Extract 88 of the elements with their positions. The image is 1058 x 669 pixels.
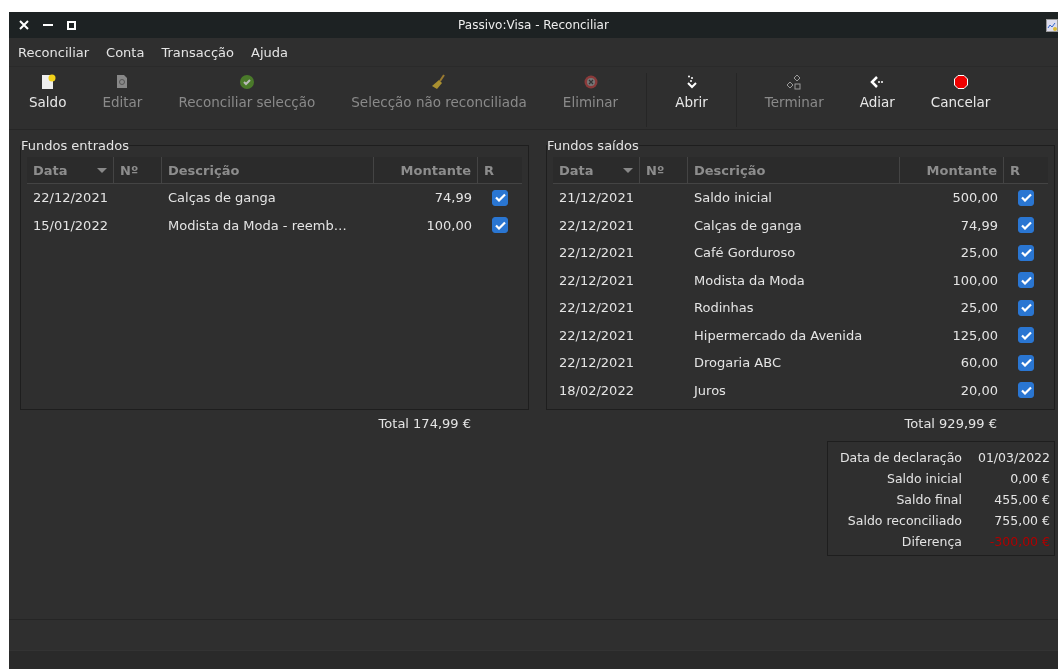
document-icon (116, 74, 129, 89)
table-cell-text: Calças de ganga (693, 217, 803, 233)
table-cell-text: 22/12/2021 (558, 217, 635, 233)
table-cell-text: Modista da Moda (693, 272, 806, 288)
checkbox[interactable] (1018, 189, 1034, 206)
menu-item[interactable]: Ajuda (249, 44, 293, 60)
toolbar-button[interactable]: Cancelar (912, 73, 1009, 129)
table-cell-text: 15/01/2022 (32, 217, 109, 233)
table-cell-text: 22/12/2021 (32, 190, 109, 206)
panel-title: Fundos entrados (21, 138, 129, 153)
table-cell-text: Drogaria ABC (693, 355, 782, 371)
column-header[interactable]: Descrição (162, 157, 374, 183)
column-header[interactable]: Montante (374, 157, 478, 183)
window-title: Passivo:Visa - Reconciliar (458, 18, 609, 32)
column-header[interactable]: Descrição (688, 157, 900, 183)
column-header[interactable]: R (478, 157, 522, 183)
checkbox[interactable] (1018, 244, 1034, 261)
toolbar-button[interactable]: Abrir (657, 73, 726, 129)
column-header[interactable]: Data (553, 157, 640, 183)
table-cell-text: 74,99 (433, 190, 473, 206)
checkbox[interactable] (1018, 217, 1034, 234)
checkbox[interactable] (1018, 272, 1034, 289)
toolbar-button[interactable]: Saldo (11, 73, 85, 129)
broom-icon (432, 74, 447, 89)
table-cell-text: 100,00 (425, 217, 473, 233)
back-arrow-icon (870, 75, 885, 88)
menu-item[interactable]: Conta (104, 44, 150, 60)
table-cell-text: 60,00 (959, 355, 999, 371)
checkbox[interactable] (1018, 354, 1034, 371)
toolbar-button[interactable]: Adiar (841, 73, 913, 129)
table-cell-text: 22/12/2021 (558, 327, 635, 343)
checkbox[interactable] (1018, 327, 1034, 344)
close-icon[interactable] (19, 20, 29, 30)
table-cell-text: Saldo inicial (693, 190, 773, 206)
maximize-icon[interactable] (67, 20, 76, 30)
delete-circle-icon (583, 74, 598, 89)
table-cell-text: 25,00 (959, 245, 999, 261)
summary-label: Saldo inicial (886, 471, 962, 486)
table-cell-text: 21/12/2021 (558, 190, 635, 206)
column-header[interactable]: Data (27, 157, 114, 183)
summary-label: Saldo reconciliado (846, 513, 962, 528)
total-label: Total 929,99 € (904, 416, 997, 431)
table-cell-text: 22/12/2021 (558, 272, 635, 288)
table-cell-text: Juros (692, 382, 727, 398)
total-label: Total 174,99 € (378, 416, 471, 431)
summary-value: 0,00 € (1009, 471, 1050, 486)
column-header[interactable]: Nº (640, 157, 688, 183)
new-document-icon (39, 73, 56, 90)
summary-value: 01/03/2022 (976, 450, 1050, 465)
table-cell-text: Hipermercado da Avenida (693, 327, 864, 343)
table-cell-text: 20,00 (959, 382, 999, 398)
column-header[interactable]: Nº (114, 157, 162, 183)
summary-label: Diferença (900, 534, 962, 549)
table-cell-text: Calças de ganga (167, 190, 277, 206)
menu-item[interactable]: Transacção (159, 44, 239, 60)
summary-label: Data de declaração (838, 450, 962, 465)
table-cell-text: 22/12/2021 (558, 300, 635, 316)
check-circle-icon (239, 74, 254, 89)
checkbox[interactable] (492, 217, 508, 234)
chart-icon (1046, 18, 1058, 32)
table-cell-text: Modista da Moda - reemb… (167, 217, 348, 233)
summary-value: 755,00 € (993, 513, 1050, 528)
summary-label: Saldo final (895, 492, 962, 507)
column-header[interactable]: R (1004, 157, 1048, 183)
table-cell-text: 22/12/2021 (558, 245, 635, 261)
panel-title: Fundos saídos (547, 138, 639, 153)
table-cell-text: 125,00 (951, 327, 999, 343)
checkbox[interactable] (1018, 299, 1034, 316)
checkbox[interactable] (492, 189, 508, 206)
column-header[interactable]: Montante (900, 157, 1004, 183)
sparkle-arrow-icon (685, 74, 698, 89)
table-cell-text: Rodinhas (693, 300, 755, 316)
sort-arrow-icon[interactable] (623, 167, 633, 173)
minimize-icon[interactable] (43, 23, 53, 27)
stop-icon (953, 74, 968, 89)
table-cell-text: 25,00 (959, 300, 999, 316)
summary-value: -300,00 € (988, 534, 1050, 549)
table-cell-text: 100,00 (951, 272, 999, 288)
shapes-icon (786, 73, 803, 90)
table-cell-text: 500,00 (951, 190, 999, 206)
table-cell-text: 18/02/2022 (558, 382, 635, 398)
sort-arrow-icon[interactable] (97, 167, 107, 173)
summary-value: 455,00 € (993, 492, 1050, 507)
menu-item[interactable]: Reconciliar (16, 44, 95, 60)
table-cell-text: 74,99 (959, 217, 999, 233)
checkbox[interactable] (1018, 382, 1034, 399)
table-cell-text: Café Gorduroso (693, 245, 797, 261)
table-cell-text: 22/12/2021 (558, 355, 635, 371)
